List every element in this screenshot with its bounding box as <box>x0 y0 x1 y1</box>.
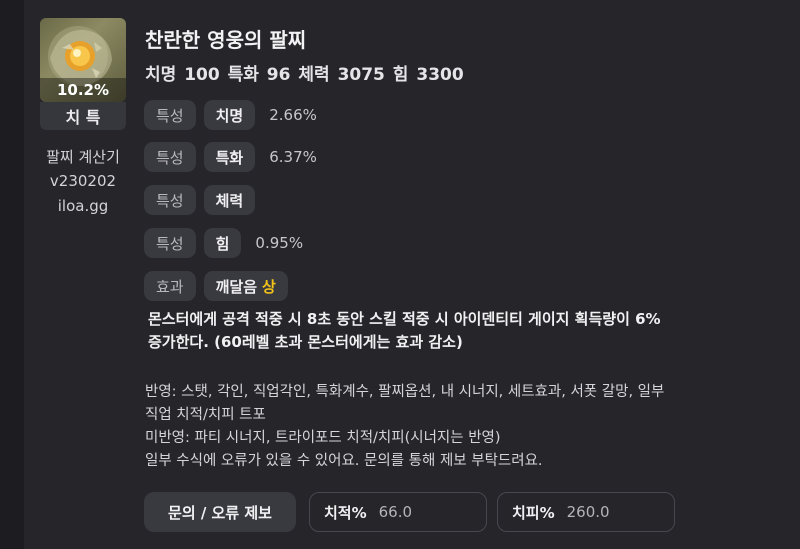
crit-damage-label: 치피% <box>512 503 555 522</box>
note-line: 직업 치적/치피 트포 <box>145 407 266 423</box>
effect-chip: 깨달음 상 <box>203 271 288 301</box>
crit-damage-field[interactable]: 치피% <box>497 492 675 532</box>
crit-rate-input[interactable] <box>378 503 469 521</box>
stat-row: 특성 힘 0.95% <box>144 228 303 258</box>
crit-rate-label: 치적% <box>324 503 367 522</box>
stat-abbreviation: 치 특 <box>40 102 126 130</box>
bracelet-percent: 10.2% <box>40 78 126 102</box>
note-line: 일부 수식에 오류가 있을 수 있어요. 문의를 통해 제보 부탁드려요. <box>145 453 543 469</box>
stat-tag: 특성 <box>144 185 196 215</box>
effect-grade: 상 <box>262 277 276 296</box>
calculation-notes: 반영: 스탯, 각인, 직업각인, 특화계수, 팔찌옵션, 내 시너지, 세트효… <box>145 381 765 473</box>
effect-line: 몬스터에게 공격 적중 시 8초 동안 스킬 적중 시 아이덴티티 게이지 획득… <box>148 310 661 328</box>
calculator-version: v230202 <box>49 172 117 190</box>
note-line: 미반영: 파티 시너지, 트라이포드 치적/치피(시너지는 반영) <box>145 430 501 446</box>
effect-row: 효과 깨달음 상 <box>144 271 288 301</box>
stat-chip-vitality: 체력 <box>203 185 256 215</box>
stat-row: 특성 치명 2.66% <box>144 100 317 130</box>
crit-rate-field[interactable]: 치적% <box>309 492 487 532</box>
effect-name: 깨달음 <box>215 277 258 296</box>
note-line: 반영: 스탯, 각인, 직업각인, 특화계수, 팔찌옵션, 내 시너지, 세트효… <box>145 384 665 400</box>
bracelet-gem-icon: 10.2% <box>40 18 126 102</box>
stat-chip-strength: 힘 <box>203 228 242 258</box>
effect-tag: 효과 <box>144 271 196 301</box>
item-stats: 치명 100 특화 96 체력 3075 힘 3300 <box>145 65 464 85</box>
calculator-title: 팔찌 계산기 <box>46 148 120 166</box>
stat-row: 특성 체력 <box>144 185 269 215</box>
item-name: 찬란한 영웅의 팔찌 <box>145 28 307 52</box>
stat-chip-specialization: 특화 <box>203 142 256 172</box>
effect-line: 증가한다. (60레벨 초과 몬스터에게는 효과 감소) <box>148 333 463 351</box>
stat-value: 6.37% <box>269 148 317 166</box>
report-error-button[interactable]: 문의 / 오류 제보 <box>144 492 296 532</box>
effect-description: 몬스터에게 공격 적중 시 8초 동안 스킬 적중 시 아이덴티티 게이지 획득… <box>148 308 768 354</box>
stat-value: 0.95% <box>255 234 304 252</box>
stat-tag: 특성 <box>144 100 196 130</box>
stat-row: 특성 특화 6.37% <box>144 142 317 172</box>
crit-damage-input[interactable] <box>566 503 657 521</box>
stat-chip-crit: 치명 <box>203 100 256 130</box>
stat-tag: 특성 <box>144 142 196 172</box>
site-link[interactable]: iloa.gg <box>30 197 136 215</box>
stat-tag: 특성 <box>144 228 196 258</box>
stat-value: 2.66% <box>269 106 317 124</box>
